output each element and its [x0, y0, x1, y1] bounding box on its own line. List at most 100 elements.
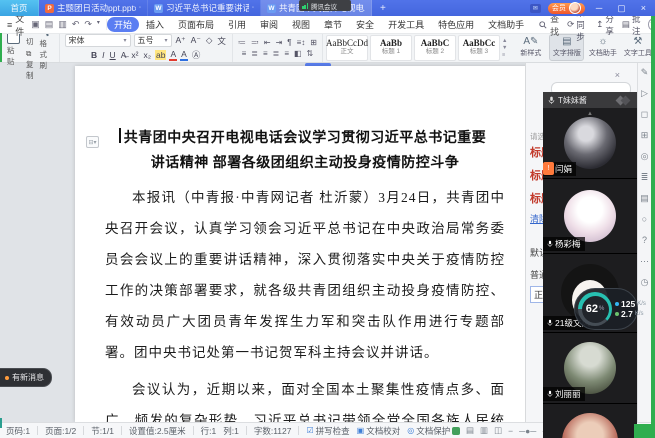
shrink-font-button[interactable]: A⁻: [190, 35, 202, 46]
close-button[interactable]: ×: [637, 3, 650, 13]
menu-tab-home[interactable]: 开始: [107, 17, 139, 32]
bold-button[interactable]: B: [90, 50, 98, 60]
participant-video-cell[interactable]: 刘丽丽: [543, 333, 637, 404]
tab-doc-speech[interactable]: W 习近平总书记重要讲话精神 ▫: [148, 0, 261, 16]
new-tab-button[interactable]: +: [372, 0, 394, 16]
print-icon[interactable]: ▤: [45, 19, 54, 30]
help-icon[interactable]: ?: [642, 236, 647, 245]
eye-protection-icon[interactable]: [452, 427, 460, 435]
grow-font-button[interactable]: A⁺: [175, 35, 187, 46]
redo-icon[interactable]: ↷: [84, 19, 92, 30]
performance-widget[interactable]: 62% 125 K/s 2.7 K/s: [574, 288, 638, 330]
layout-icon[interactable]: ▤: [640, 194, 649, 203]
pane-close-icon[interactable]: ×: [615, 70, 620, 80]
stamp-icon[interactable]: ◎: [641, 152, 649, 161]
line-spacing-button[interactable]: ≡↕: [297, 38, 306, 47]
preview-icon[interactable]: ▥: [58, 19, 67, 30]
italic-button[interactable]: I: [101, 50, 105, 60]
numbering-button[interactable]: ≕: [251, 38, 259, 47]
participant-video-cell[interactable]: ▲ ! 闫娟: [543, 108, 637, 179]
member-button[interactable]: 会员: [548, 3, 585, 14]
font-color-button[interactable]: A: [169, 49, 177, 61]
menu-tab-references[interactable]: 引用: [221, 17, 253, 32]
history-icon[interactable]: ◷: [641, 278, 649, 287]
sort-button[interactable]: ⇅: [307, 49, 314, 58]
clear-format-button[interactable]: ◇: [205, 35, 214, 46]
maximize-button[interactable]: ▢: [613, 3, 630, 14]
menu-tab-insert[interactable]: 插入: [139, 17, 171, 32]
protection-toggle[interactable]: ◎文档保护: [407, 425, 450, 437]
indent-button[interactable]: ⇥: [276, 38, 283, 47]
justify-button[interactable]: ≣: [273, 49, 280, 58]
tab-home[interactable]: 首页: [0, 0, 39, 16]
styles-scroll-arrows[interactable]: ▲▼≡: [502, 38, 507, 58]
new-style-button[interactable]: A✎新样式: [514, 35, 547, 60]
menu-tab-page-layout[interactable]: 页面布局: [171, 17, 221, 32]
char-border-button[interactable]: A: [180, 49, 188, 61]
copy-button[interactable]: ⧉ 复制: [26, 49, 34, 81]
align-right-button[interactable]: ≡: [263, 49, 268, 58]
minimize-button[interactable]: ─: [592, 3, 606, 13]
save-icon[interactable]: ▣: [31, 19, 40, 30]
subscript-button[interactable]: x₂: [142, 50, 152, 60]
font-size-select[interactable]: 五号▾: [134, 34, 172, 47]
cursor-icon[interactable]: ▷: [641, 89, 648, 98]
web-view-icon[interactable]: ▥: [480, 425, 488, 436]
comment-button[interactable]: ▤批注: [622, 13, 641, 37]
proofing-toggle[interactable]: ▣文档校对: [357, 425, 401, 437]
table-icon[interactable]: ⊞: [641, 131, 649, 140]
zoom-slider[interactable]: ─●─: [519, 426, 536, 436]
spell-check-toggle[interactable]: ☑拼写检查: [306, 425, 349, 437]
shading-button[interactable]: ◧: [294, 49, 302, 58]
outdent-button[interactable]: ⇤: [264, 38, 271, 47]
distribute-button[interactable]: ≡: [284, 49, 289, 58]
tab-ppt-document[interactable]: P 主题团日活动ppt.pptx ▫: [39, 0, 148, 16]
undo-icon[interactable]: ↶: [72, 19, 80, 30]
zoom-out-icon[interactable]: −: [508, 426, 513, 436]
highlight-button[interactable]: ab: [155, 50, 166, 60]
outline-view-icon[interactable]: ◫: [494, 425, 502, 436]
style-heading2[interactable]: AaBbC 标题 2: [414, 35, 456, 61]
underline-button[interactable]: U: [109, 50, 117, 60]
participant-video-cell[interactable]: [543, 404, 637, 438]
notification-toast[interactable]: 有新消息: [0, 368, 52, 387]
shape-icon[interactable]: ◻: [641, 110, 648, 119]
more-icon[interactable]: ⋯: [640, 257, 649, 266]
meeting-panel-header[interactable]: T妹妹酱: [543, 92, 637, 108]
bullets-button[interactable]: ≔: [238, 38, 246, 47]
message-icon[interactable]: ✉: [530, 4, 541, 13]
text-direction-button[interactable]: ¶: [287, 38, 291, 47]
font-name-select[interactable]: 宋体▾: [65, 34, 131, 47]
qat-dropdown-icon[interactable]: ▾: [97, 19, 100, 30]
page-view-icon[interactable]: ▤: [466, 425, 474, 436]
outline-collapse-icon[interactable]: ⊟▾: [86, 136, 99, 148]
phonetic-guide-button[interactable]: 文: [216, 35, 227, 47]
superscript-button[interactable]: x²: [130, 50, 139, 60]
notification-icon[interactable]: !: [543, 162, 554, 175]
participant-video-cell[interactable]: 杨彩梅: [543, 179, 637, 254]
status-word-count[interactable]: 字数:1127: [254, 425, 292, 437]
meeting-floating-bar[interactable]: 腾讯会议: [299, 0, 351, 11]
style-heading1[interactable]: AaBb 标题 1: [370, 35, 412, 61]
char-shading-button[interactable]: Ⓐ: [191, 49, 202, 61]
menu-tab-view[interactable]: 视图: [285, 17, 317, 32]
borders-button[interactable]: ⊞: [310, 38, 317, 47]
menu-tab-security[interactable]: 安全: [349, 17, 381, 32]
menu-tab-featured-apps[interactable]: 特色应用: [431, 17, 481, 32]
menu-tab-section[interactable]: 章节: [317, 17, 349, 32]
list-icon[interactable]: ≣: [641, 173, 649, 182]
document-page[interactable]: ⊟▾ 共青团中央召开电视电话会议学习贯彻习近平总书记重要 讲话精神 部署各级团组…: [75, 66, 545, 422]
tab-pin-icon[interactable]: ▫: [139, 5, 141, 11]
align-center-button[interactable]: ≣: [251, 49, 258, 58]
menu-tab-dev-tools[interactable]: 开发工具: [381, 17, 431, 32]
circle-icon[interactable]: ○: [642, 215, 647, 224]
pen-icon[interactable]: ✎: [641, 68, 649, 77]
style-normal[interactable]: AaBbCcDd 正文: [326, 35, 368, 61]
menu-tab-doc-assistant[interactable]: 文档助手: [481, 17, 531, 32]
tab-pin-icon[interactable]: ▫: [252, 5, 254, 11]
strikethrough-button[interactable]: A̶: [120, 50, 128, 60]
share-button[interactable]: ↥分享: [596, 13, 614, 37]
align-left-button[interactable]: ≡: [242, 49, 247, 58]
style-heading3[interactable]: AaBbCc 标题 3: [458, 35, 500, 61]
menu-tab-review[interactable]: 审阅: [253, 17, 285, 32]
